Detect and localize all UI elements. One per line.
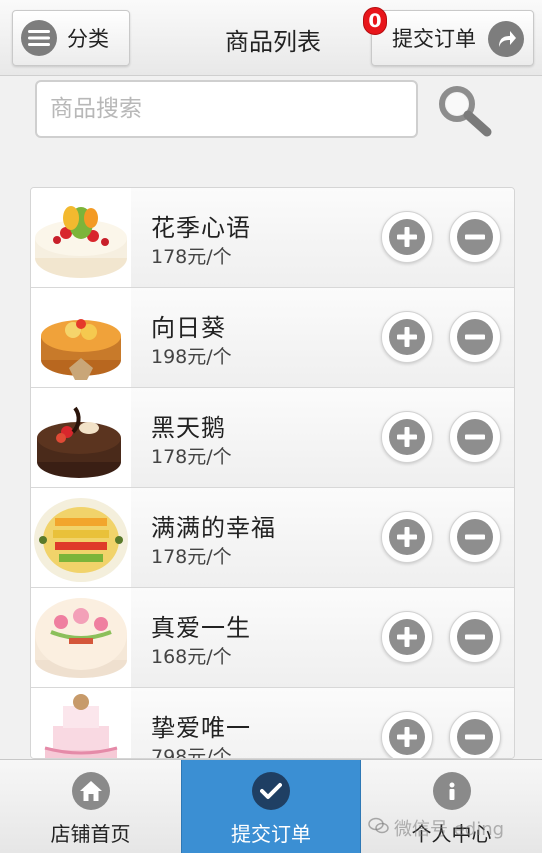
product-image [31,488,131,587]
minus-icon [457,319,493,355]
tab-submit-order[interactable]: 提交订单 [181,760,361,853]
plus-icon [389,419,425,455]
remove-button[interactable] [449,311,501,363]
product-name: 真爱一生 [151,614,251,642]
add-button[interactable] [381,311,433,363]
forward-arrow-icon [488,21,524,57]
product-row[interactable]: 向日葵 198元/个 [31,288,514,388]
search-icon[interactable] [433,82,495,138]
product-image [31,188,131,287]
remove-button[interactable] [449,211,501,263]
search-input[interactable] [35,80,418,138]
add-button[interactable] [381,711,433,758]
product-name: 向日葵 [151,314,226,342]
add-button[interactable] [381,411,433,463]
product-row[interactable]: 挚爱唯一 798元/个 [31,688,514,759]
product-list: 花季心语 178元/个 向日葵 198元/个 黑天鹅 178元/个 满满的幸福 … [30,187,515,759]
product-image [31,688,131,758]
plus-icon [389,719,425,755]
product-row[interactable]: 黑天鹅 178元/个 [31,388,514,488]
product-price: 798元/个 [151,746,232,759]
category-button[interactable]: 分类 [12,10,130,66]
watermark-text: 微信号 eding [394,819,505,840]
top-bar: 分类 商品列表 提交订单 0 [0,0,542,76]
cart-count-badge: 0 [363,7,387,35]
remove-button[interactable] [449,411,501,463]
minus-icon [457,619,493,655]
submit-order-button[interactable]: 提交订单 [371,10,534,66]
product-name: 黑天鹅 [151,414,226,442]
tab-store-home-label: 店铺首页 [50,822,131,846]
product-row[interactable]: 满满的幸福 178元/个 [31,488,514,588]
tab-submit-order-label: 提交订单 [231,822,311,846]
product-price: 178元/个 [151,546,232,568]
minus-icon [457,519,493,555]
remove-button[interactable] [449,511,501,563]
page-title: 商品列表 [225,28,321,56]
plus-icon [389,619,425,655]
wechat-icon [368,817,390,840]
home-icon [71,772,110,810]
category-button-label: 分类 [67,27,109,51]
remove-button[interactable] [449,711,501,758]
tab-store-home[interactable]: 店铺首页 [0,760,181,853]
product-price: 178元/个 [151,246,232,268]
product-row[interactable]: 花季心语 178元/个 [31,188,514,288]
plus-icon [389,219,425,255]
plus-icon [389,519,425,555]
info-icon [432,772,471,810]
product-image [31,588,131,687]
minus-icon [457,419,493,455]
submit-order-label: 提交订单 [392,27,476,51]
minus-icon [457,719,493,755]
product-name: 满满的幸福 [151,514,276,542]
checkmark-icon [252,772,290,810]
product-name: 花季心语 [151,214,251,242]
product-price: 198元/个 [151,346,232,368]
product-price: 168元/个 [151,646,232,668]
plus-icon [389,319,425,355]
add-button[interactable] [381,611,433,663]
remove-button[interactable] [449,611,501,663]
add-button[interactable] [381,211,433,263]
minus-icon [457,219,493,255]
add-button[interactable] [381,511,433,563]
product-price: 178元/个 [151,446,232,468]
menu-icon [21,20,57,56]
product-name: 挚爱唯一 [151,714,251,742]
watermark: 微信号 eding [368,815,504,841]
product-image [31,388,131,487]
product-image [31,288,131,387]
product-row[interactable]: 真爱一生 168元/个 [31,588,514,688]
